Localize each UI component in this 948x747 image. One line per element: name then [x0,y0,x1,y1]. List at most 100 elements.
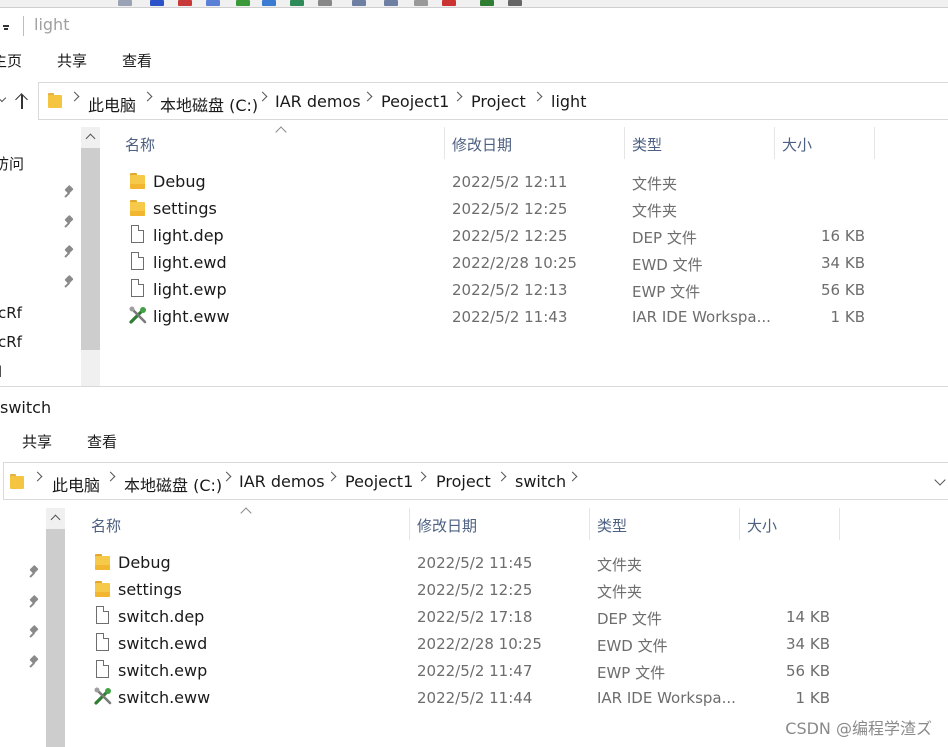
toolbar-icon[interactable] [318,0,332,6]
breadcrumb-this-pc[interactable]: 此电脑 [88,92,136,116]
tab-home[interactable]: 主页 [0,50,22,71]
column-separator[interactable] [774,127,775,159]
toolbar-icon[interactable] [508,0,522,6]
file-size: 1 KB [795,689,830,707]
toolbar-icon[interactable] [118,0,132,6]
chevron-right-icon[interactable] [32,471,43,482]
file-row[interactable]: switch.ewp 2022/5/2 11:47 EWP 文件 56 KB [0,657,948,684]
toolbar-icon[interactable] [290,0,304,6]
file-name: light.dep [153,226,224,245]
tab-view[interactable]: 查看 [87,431,117,452]
file-type: EWP 文件 [597,664,666,682]
file-date: 2022/5/2 11:47 [417,662,533,680]
toolbar-icon[interactable] [414,0,428,6]
breadcrumb-peoject1[interactable]: Peoject1 [381,92,449,111]
chevron-right-icon[interactable] [416,471,427,482]
column-separator[interactable] [444,127,445,159]
file-row[interactable]: settings 2022/5/2 12:25 文件夹 [0,576,948,603]
toolbar-icon[interactable] [206,0,220,6]
chevron-right-icon[interactable] [567,471,578,482]
file-row[interactable]: switch.dep 2022/5/2 17:18 DEP 文件 14 KB [0,603,948,630]
nav-item[interactable]: l [0,363,2,381]
breadcrumb-peoject1[interactable]: Peoject1 [345,472,413,491]
file-row[interactable]: light.ewd 2022/2/28 10:25 EWD 文件 34 KB [0,249,948,276]
column-separator[interactable] [874,127,875,159]
chevron-right-icon[interactable] [326,471,337,482]
column-separator[interactable] [409,508,410,540]
file-name: settings [118,580,182,599]
chevron-right-icon[interactable] [105,471,116,482]
file-size: 14 KB [786,608,830,626]
quick-access-dropdown-icon[interactable] [3,19,11,33]
nav-item[interactable]: cRf [0,333,22,351]
column-header-name[interactable]: 名称 [125,134,155,155]
file-size: 1 KB [830,308,865,326]
column-header-type[interactable]: 类型 [597,515,627,536]
chevron-right-icon[interactable] [142,91,153,102]
tab-view[interactable]: 查看 [122,50,152,71]
column-header-size[interactable]: 大小 [782,134,812,155]
chevron-right-icon[interactable] [221,471,232,482]
toolbar-icon[interactable] [442,0,456,6]
file-row[interactable]: Debug 2022/5/2 12:11 文件夹 [0,168,948,195]
file-row[interactable]: Debug 2022/5/2 11:45 文件夹 [0,549,948,576]
toolbar-icon[interactable] [178,0,192,6]
tab-share[interactable]: 共享 [57,50,87,71]
explorer-window-switch: switch 共享 查看 此电脑 本地磁盘 (C:) IAR demos Peo… [0,387,948,747]
breadcrumb-this-pc[interactable]: 此电脑 [52,472,100,496]
column-header-date[interactable]: 修改日期 [452,134,512,155]
tab-share[interactable]: 共享 [22,431,52,452]
breadcrumb-light[interactable]: light [551,92,586,111]
file-row[interactable]: light.eww 2022/5/2 11:43 IAR IDE Workspa… [0,303,948,330]
chevron-right-icon[interactable] [496,471,507,482]
toolbar-icon[interactable] [262,0,276,6]
chevron-right-icon[interactable] [69,91,80,102]
scroll-up-button[interactable] [46,508,65,527]
breadcrumb-local-disk[interactable]: 本地磁盘 (C:) [124,472,222,496]
column-header-name[interactable]: 名称 [91,515,121,536]
file-size: 56 KB [821,281,865,299]
column-separator[interactable] [589,508,590,540]
file-date: 2022/2/28 10:25 [417,635,542,653]
column-separator[interactable] [624,127,625,159]
toolbar-icon[interactable] [480,0,494,6]
file-row[interactable]: switch.ewd 2022/2/28 10:25 EWD 文件 34 KB [0,630,948,657]
toolbar-icon[interactable] [352,0,366,6]
file-row[interactable]: switch.eww 2022/5/2 11:44 IAR IDE Worksp… [0,684,948,711]
folder-icon [129,173,145,189]
chevron-right-icon[interactable] [257,91,268,102]
file-type: EWD 文件 [597,637,668,655]
recent-locations-icon[interactable] [0,93,7,103]
breadcrumb-project[interactable]: Project [471,92,526,111]
chevron-right-icon[interactable] [452,91,463,102]
breadcrumb-switch[interactable]: switch [515,472,566,491]
column-header-type[interactable]: 类型 [632,134,662,155]
file-size: 34 KB [786,635,830,653]
chevron-right-icon[interactable] [362,91,373,102]
file-type: IAR IDE Workspa... [597,689,736,707]
breadcrumb-iar-demos[interactable]: IAR demos [239,472,325,491]
chevron-right-icon[interactable] [532,91,543,102]
column-header-size[interactable]: 大小 [747,515,777,536]
toolbar-icon[interactable] [150,0,164,6]
file-row[interactable]: light.ewp 2022/5/2 12:13 EWP 文件 56 KB [0,276,948,303]
scroll-up-button[interactable] [81,127,100,146]
toolbar-icon[interactable] [236,0,250,6]
breadcrumb-iar-demos[interactable]: IAR demos [275,92,361,111]
file-row[interactable]: settings 2022/5/2 12:25 文件夹 [0,195,948,222]
file-row[interactable]: light.dep 2022/5/2 12:25 DEP 文件 16 KB [0,222,948,249]
ide-toolbar-strip [0,0,948,8]
address-bar[interactable]: 此电脑 本地磁盘 (C:) IAR demos Peoject1 Project… [38,82,948,120]
up-arrow-icon[interactable] [14,92,30,110]
toolbar-icon[interactable] [384,0,398,6]
address-bar[interactable]: 此电脑 本地磁盘 (C:) IAR demos Peoject1 Project… [3,462,948,500]
breadcrumb-project[interactable]: Project [436,472,491,491]
chevron-down-icon[interactable] [934,474,946,486]
window-title: switch [0,398,52,417]
column-header-date[interactable]: 修改日期 [417,515,477,536]
column-separator[interactable] [739,508,740,540]
file-name: settings [153,199,217,218]
breadcrumb-local-disk[interactable]: 本地磁盘 (C:) [160,92,258,116]
file-type: 文件夹 [632,202,678,220]
column-separator[interactable] [839,508,840,540]
